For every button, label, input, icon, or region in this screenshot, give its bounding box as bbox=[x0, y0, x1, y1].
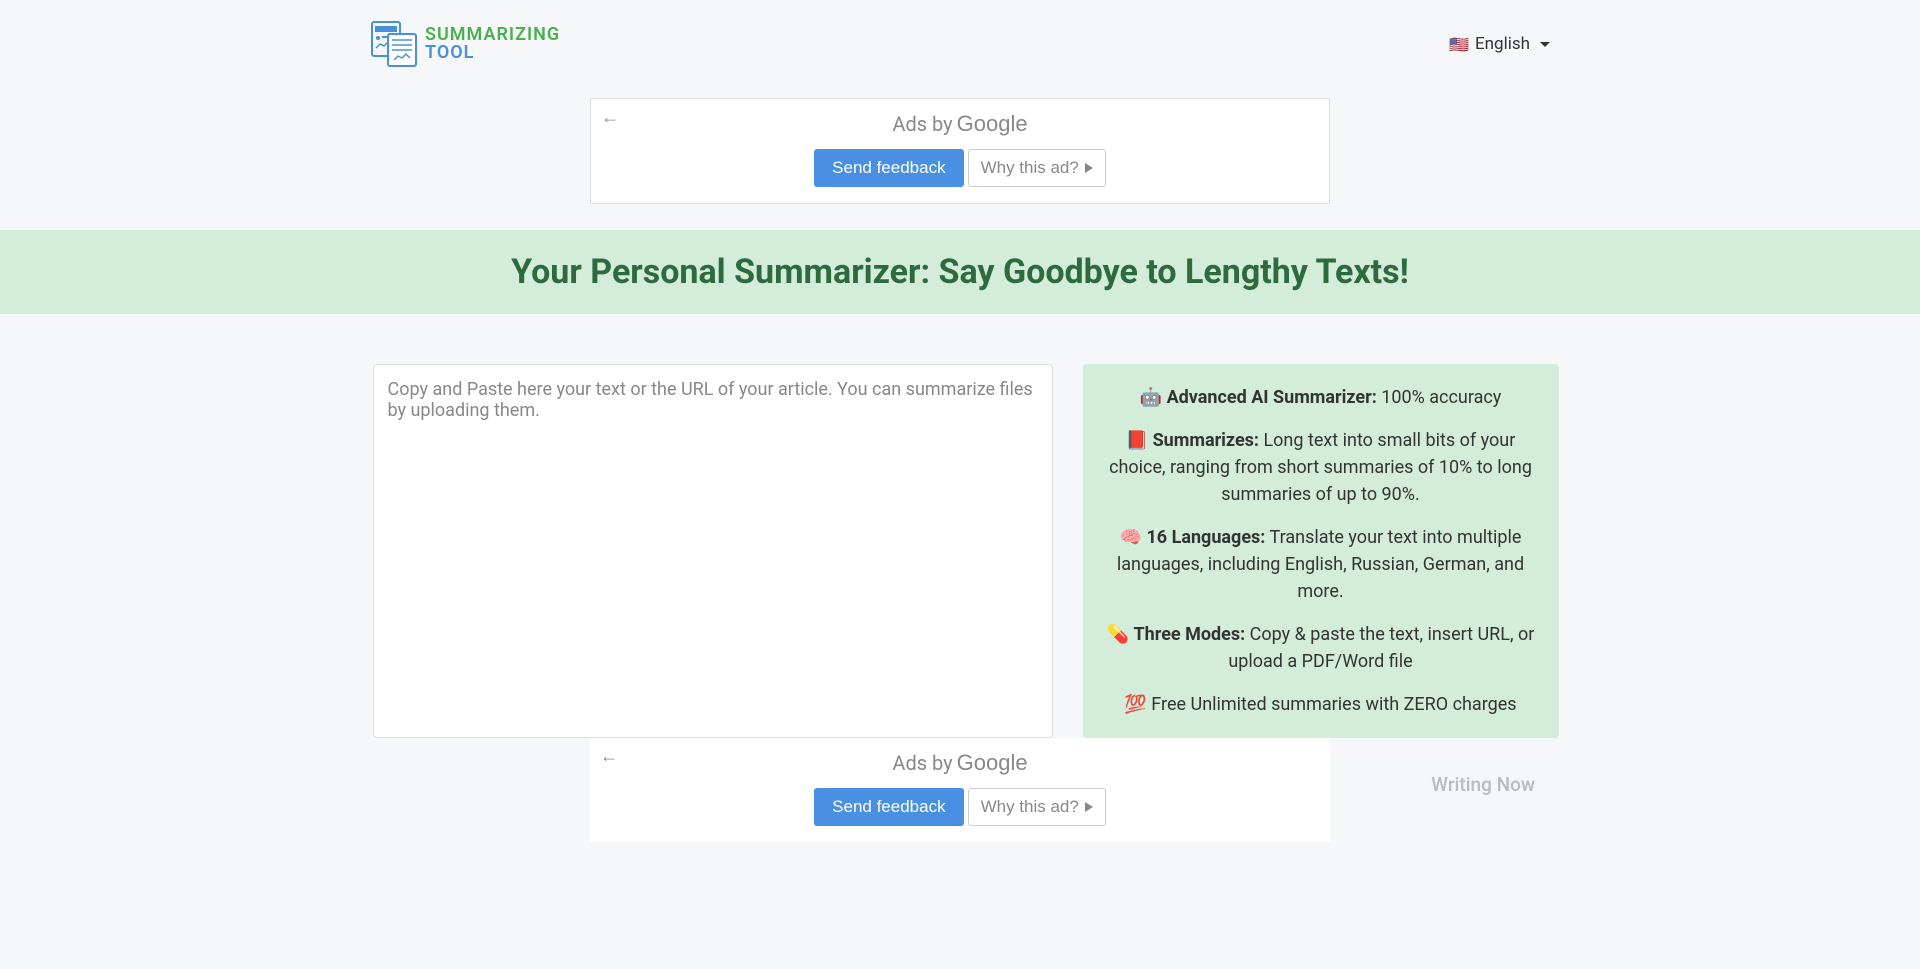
text-input-container bbox=[373, 364, 1053, 738]
pill-icon: 💊 bbox=[1107, 624, 1129, 645]
feature-bold: 16 Languages: bbox=[1146, 527, 1265, 548]
why-this-ad-button[interactable]: Why this ad? bbox=[968, 788, 1106, 826]
feature-item: 🤖 Advanced AI Summarizer: 100% accuracy bbox=[1101, 384, 1541, 411]
ads-by-label: Ads by Google bbox=[611, 111, 1309, 137]
ad-banner-top: ← Ads by Google Send feedback Why this a… bbox=[590, 98, 1330, 204]
feature-text: Copy & paste the text, insert URL, or up… bbox=[1228, 624, 1534, 672]
hero-banner: Your Personal Summarizer: Say Goodbye to… bbox=[0, 230, 1920, 314]
language-label: English bbox=[1475, 34, 1530, 54]
feature-item: 💯 Free Unlimited summaries with ZERO cha… bbox=[1101, 691, 1541, 718]
send-feedback-button[interactable]: Send feedback bbox=[814, 788, 963, 826]
chevron-down-icon bbox=[1540, 42, 1550, 47]
brain-icon: 🧠 bbox=[1120, 527, 1142, 548]
feature-text: 100% accuracy bbox=[1377, 387, 1502, 408]
features-box: 🤖 Advanced AI Summarizer: 100% accuracy … bbox=[1083, 364, 1559, 738]
back-arrow-icon[interactable]: ← bbox=[600, 746, 618, 767]
writing-now-label: Writing Now bbox=[1431, 773, 1535, 796]
flag-icon: 🇺🇸 bbox=[1449, 35, 1469, 54]
back-arrow-icon[interactable]: ← bbox=[601, 107, 619, 128]
feature-bold: Advanced AI Summarizer: bbox=[1167, 387, 1377, 408]
ad-banner-bottom: ← Ads by Google Send feedback Why this a… bbox=[590, 738, 1330, 842]
feature-item: 📕 Summarizes: Long text into small bits … bbox=[1101, 427, 1541, 508]
hundred-icon: 💯 bbox=[1124, 694, 1146, 715]
robot-icon: 🤖 bbox=[1140, 387, 1162, 408]
play-icon bbox=[1085, 802, 1093, 812]
why-this-ad-button[interactable]: Why this ad? bbox=[968, 149, 1106, 187]
feature-text: Free Unlimited summaries with ZERO charg… bbox=[1147, 694, 1517, 715]
hero-headline: Your Personal Summarizer: Say Goodbye to… bbox=[0, 252, 1920, 292]
bottom-section: ← Ads by Google Send feedback Why this a… bbox=[190, 738, 1730, 842]
language-selector[interactable]: 🇺🇸 English bbox=[1449, 34, 1550, 54]
logo-icon bbox=[370, 20, 420, 68]
feature-bold: Three Modes: bbox=[1134, 624, 1246, 645]
google-logo: Google bbox=[957, 750, 1028, 776]
feature-item: 🧠 16 Languages: Translate your text into… bbox=[1101, 524, 1541, 605]
logo[interactable]: SUMMARIZING TOOL bbox=[370, 20, 560, 68]
header: SUMMARIZING TOOL 🇺🇸 English bbox=[190, 0, 1730, 88]
send-feedback-button[interactable]: Send feedback bbox=[814, 149, 963, 187]
main-content: 🤖 Advanced AI Summarizer: 100% accuracy … bbox=[368, 364, 1553, 738]
summarize-input[interactable] bbox=[388, 379, 1038, 699]
feature-item: 💊 Three Modes: Copy & paste the text, in… bbox=[1101, 621, 1541, 675]
google-logo: Google bbox=[957, 111, 1028, 137]
feature-bold: Summarizes: bbox=[1153, 430, 1259, 451]
book-icon: 📕 bbox=[1126, 430, 1148, 451]
ads-by-label: Ads by Google bbox=[610, 750, 1310, 776]
logo-text-bottom: TOOL bbox=[425, 44, 560, 62]
logo-text: SUMMARIZING TOOL bbox=[425, 26, 560, 62]
play-icon bbox=[1085, 163, 1093, 173]
